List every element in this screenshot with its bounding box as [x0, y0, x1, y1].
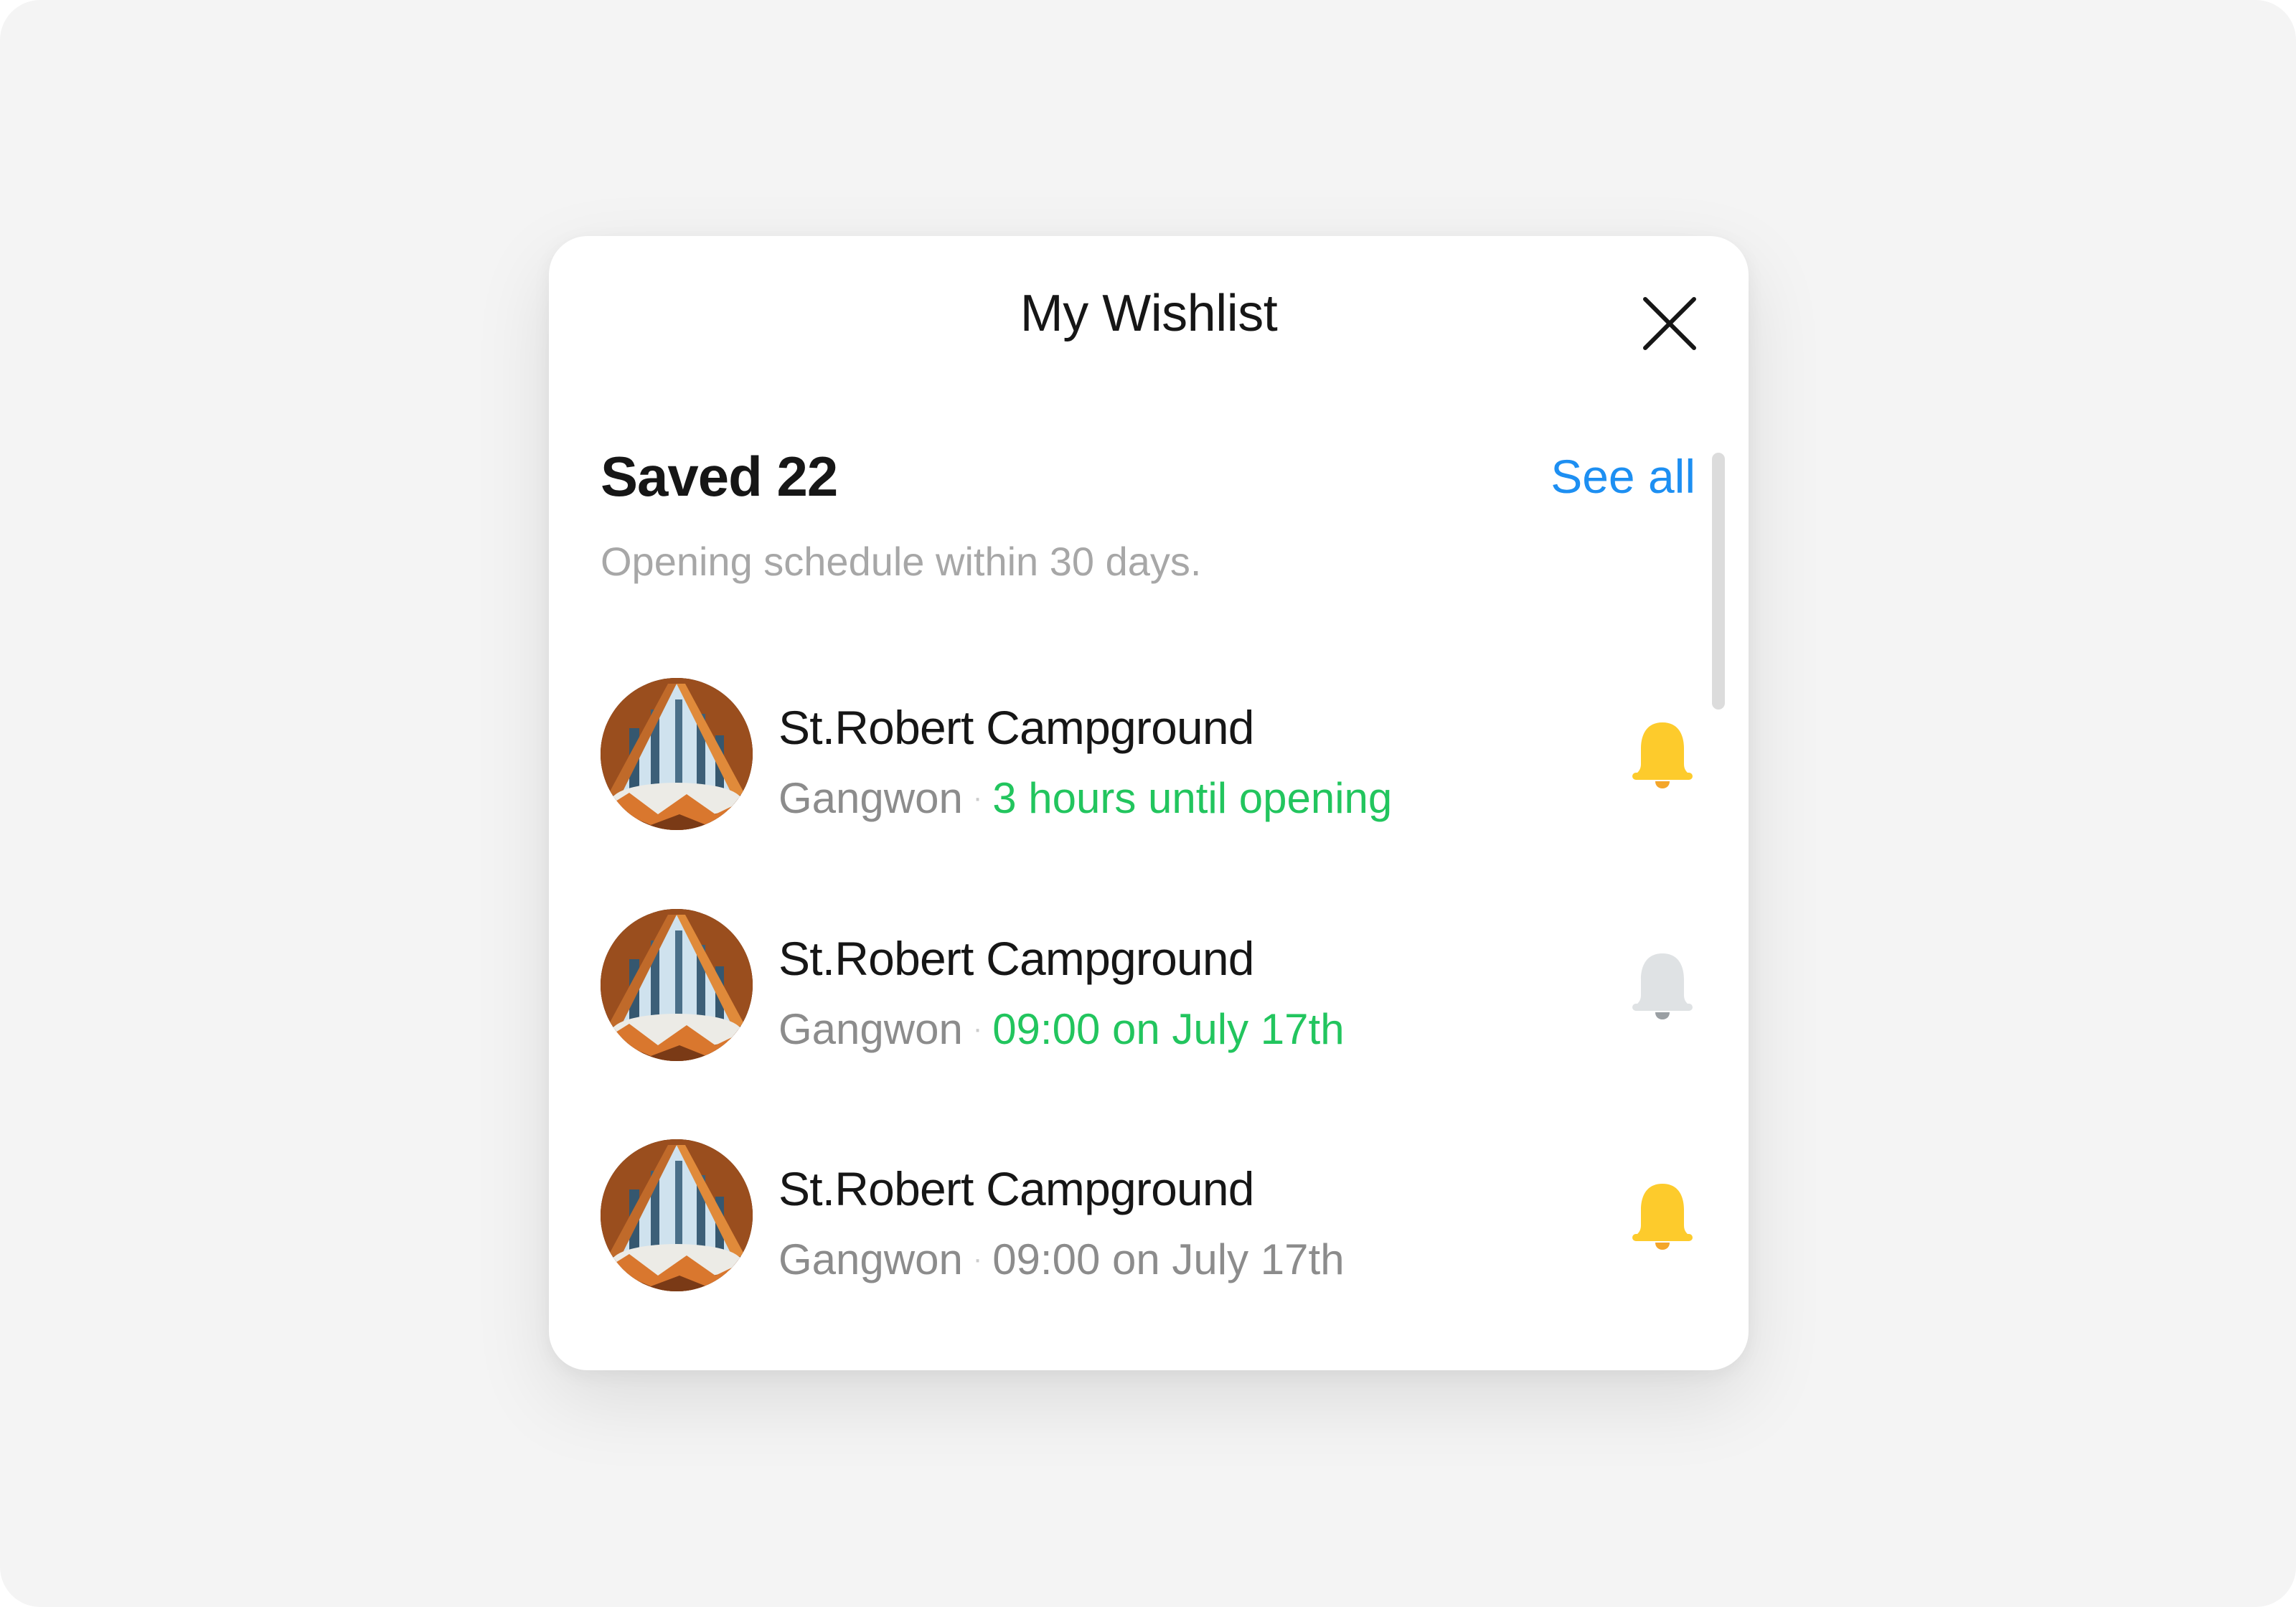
notification-bell-button[interactable] — [1629, 951, 1695, 1021]
separator-dot: · — [972, 1013, 983, 1045]
wishlist-item[interactable]: St.Robert Campground Gangwon · 3 hours unt… — [601, 678, 1697, 836]
separator-dot: · — [972, 1243, 983, 1275]
separator-dot: · — [972, 782, 983, 814]
item-subline: Gangwon · 09:00 on July 17th — [778, 1008, 1345, 1051]
notification-bell-button[interactable] — [1629, 720, 1695, 790]
opening-status: 3 hours until opening — [992, 774, 1393, 822]
opening-status: 09:00 on July 17th — [992, 1005, 1345, 1053]
campground-name: St.Robert Campground — [778, 1162, 1255, 1215]
item-subline: Gangwon · 09:00 on July 17th — [778, 1238, 1345, 1281]
wishlist-modal: My Wishlist Saved 22 See all Opening sch… — [549, 236, 1749, 1370]
wishlist-item[interactable]: St.Robert Campground Gangwon · 09:00 on Ju… — [601, 909, 1697, 1067]
location-label: Gangwon — [778, 774, 963, 822]
bell-icon — [1632, 722, 1693, 788]
bell-icon — [1632, 1184, 1693, 1250]
bell-icon — [1632, 953, 1693, 1019]
scrollbar-thumb[interactable] — [1712, 453, 1725, 710]
page-background: My Wishlist Saved 22 See all Opening sch… — [0, 0, 2296, 1607]
location-label: Gangwon — [778, 1235, 963, 1283]
campground-thumbnail — [601, 1139, 753, 1291]
wishlist-item[interactable]: St.Robert Campground Gangwon · 09:00 on Ju… — [601, 1139, 1697, 1297]
opening-status: 09:00 on July 17th — [992, 1235, 1345, 1283]
close-icon — [1643, 297, 1696, 350]
saved-count-heading: Saved 22 — [601, 445, 838, 508]
campground-thumbnail — [601, 678, 753, 830]
close-button[interactable] — [1641, 295, 1698, 352]
location-label: Gangwon — [778, 1005, 963, 1053]
modal-title: My Wishlist — [1020, 285, 1278, 342]
notification-bell-button[interactable] — [1629, 1181, 1695, 1251]
see-all-link[interactable]: See all — [1551, 453, 1695, 500]
campground-name: St.Robert Campground — [778, 701, 1255, 754]
schedule-subtitle: Opening schedule within 30 days. — [601, 539, 1202, 584]
campground-name: St.Robert Campground — [778, 932, 1255, 985]
item-subline: Gangwon · 3 hours until opening — [778, 777, 1392, 820]
campground-thumbnail — [601, 909, 753, 1061]
